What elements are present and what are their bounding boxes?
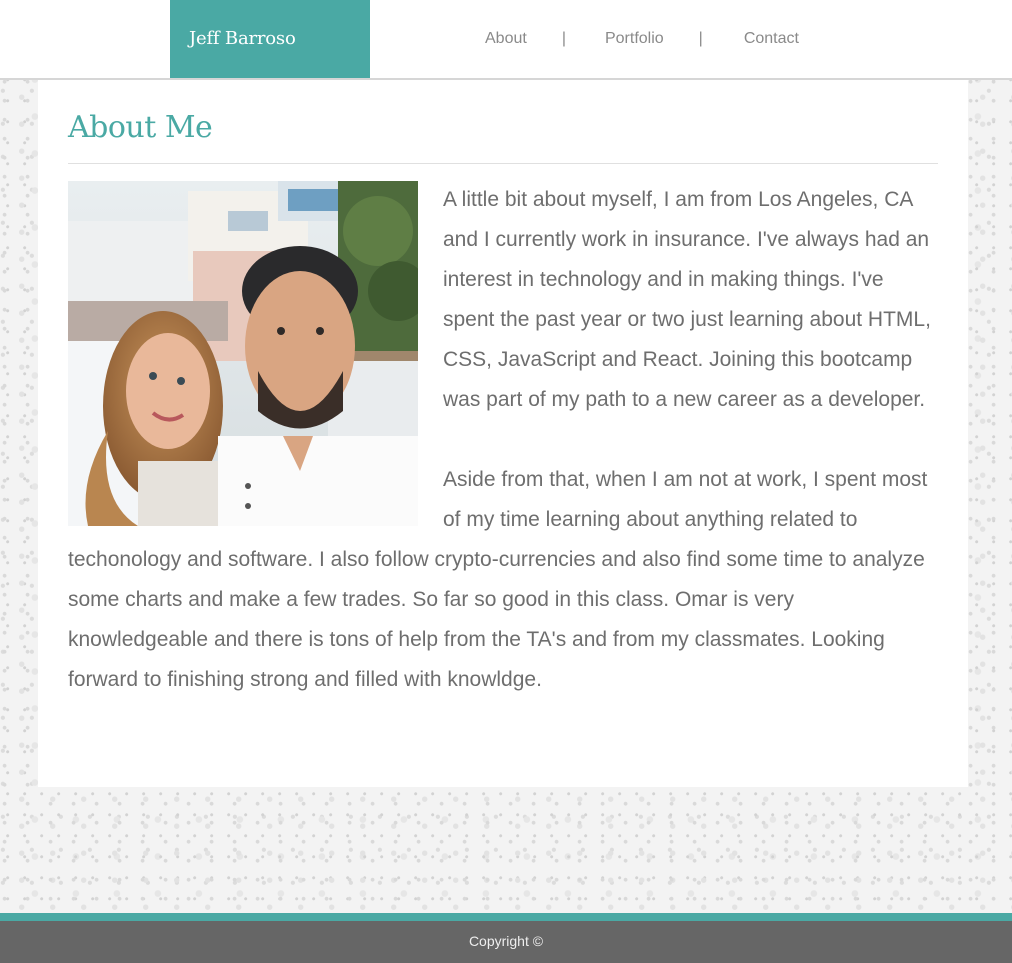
main-nav: About | Portfolio | Contact <box>485 0 799 78</box>
site-header: Jeff Barroso About | Portfolio | Contact <box>0 0 1012 80</box>
nav-about-link[interactable]: About <box>485 30 527 48</box>
about-bio: A little bit about myself, I am from Los… <box>68 180 938 700</box>
nav-separator: | <box>698 30 703 47</box>
title-divider <box>68 163 938 164</box>
site-footer: Copyright © <box>0 913 1012 963</box>
photo-spacer <box>68 180 443 525</box>
nav-contact-link[interactable]: Contact <box>744 30 799 48</box>
nav-separator: | <box>561 30 566 47</box>
nav-portfolio-link[interactable]: Portfolio <box>605 30 664 48</box>
copyright-text: Copyright © <box>468 933 544 949</box>
page-title: About Me <box>68 110 213 145</box>
brand-logo[interactable]: Jeff Barroso <box>170 0 370 78</box>
about-card: About Me A little bit about myself, I am… <box>38 80 968 787</box>
